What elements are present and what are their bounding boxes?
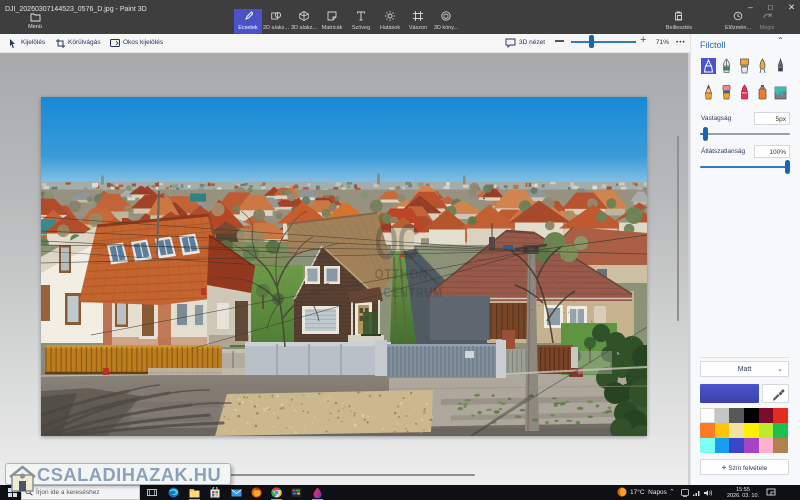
svg-text:CENTRUM: CENTRUM: [383, 285, 443, 300]
svg-text:OTTHON: OTTHON: [375, 266, 429, 283]
svg-text:OC: OC: [375, 214, 420, 270]
